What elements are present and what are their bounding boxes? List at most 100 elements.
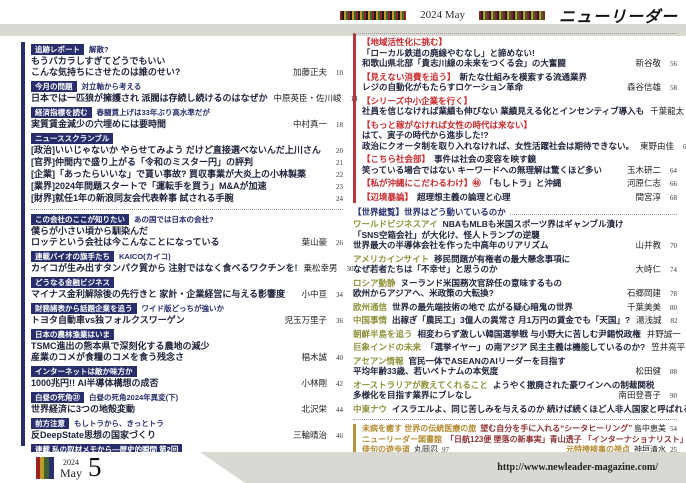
author-name: 玉木研二 <box>627 165 661 176</box>
item-title: 超理想主義の論理と心理 <box>417 192 511 203</box>
toc-item-row: 日本では一匹狼が擁護され 派閥は存続し続けるのはなぜか中原英臣・佐川峻14 <box>31 93 343 105</box>
toc-item-row: 実質賃金減少の穴埋めには要時間中村真一18 <box>31 119 343 131</box>
toc-right-column: 【地域活性化に挑む】「ローカル鉄道の廃線やむなし」と諦めない!和歌山県北部「貴志… <box>353 33 677 483</box>
entry-tail: 玉木研二64 <box>621 165 677 177</box>
entry-tail: 間宮淳68 <box>629 192 677 204</box>
section-label: ニューススクランブル <box>31 133 113 144</box>
toc-item-row: マイナス金利解除後の先行きと 家計・企業経営に与える影響度小中亘34 <box>31 289 343 301</box>
column-lead: 巨象インドの未来 <box>353 342 421 353</box>
toc-item-row: こんな気持ちにさせたのは誰のせい?加藤正夫10 <box>31 67 343 79</box>
toc-entry: 【地域活性化に挑む】「ローカル鉄道の廃線やむなし」と諦めない!和歌山県北部「貴志… <box>362 37 677 70</box>
item-title: はて、寅子の時代から進歩した!? <box>362 130 489 141</box>
section-divider <box>353 419 677 420</box>
toc-item-row: 1000兆円!! AI半導体構想の成否小林剛42 <box>31 378 343 390</box>
item-title: 事件は社会の変容を映す鏡 <box>434 154 536 165</box>
item-title: [企業]「あったらいいな」で貰い事故? 買収事業が大炎上の小林製薬 <box>31 169 306 180</box>
toc-entry: 前方注意もしトラから、きっとトラ反DeepState思想の国家づくり三輪晴治46 <box>31 418 343 442</box>
item-title: [政治]いいじゃないか やらせてみよう だけど直接選べないんだ上川さん <box>31 145 321 156</box>
entry-tail: 松田健 88 <box>629 366 677 378</box>
toc-item-row: 【見えない消費を追う】新たな仕組みを模索する流通業界 <box>362 72 677 83</box>
toc-entry: 追跡レポート解散?もうバカラしすぎてどうでもいいこんな気持ちにさせたのは誰のせい… <box>31 44 343 79</box>
entry-tail: 中村真一18 <box>287 119 343 131</box>
author-name: 笠井亮平 <box>651 342 685 353</box>
item-title: 新たな仕組みを模索する流通業界 <box>460 72 588 83</box>
item-title: こんな気持ちにさせたのは誰のせい? <box>31 67 180 78</box>
toc-item-row: レジの自動化がもたらすロケーション革命森谷信雄58 <box>362 82 677 94</box>
item-title: 世界の最先端技術の地で 広がる疑心暗鬼の世界 <box>392 302 573 313</box>
toc-item-row: アメリカインサイト移民問題が有権者の最大懸念事項に <box>353 254 677 265</box>
page-number: 24 <box>333 194 343 205</box>
toc-entry: 中東ナウイスラエルよ、同じ苦しみを与えるのか 続けば続くほど人非人国家と呼ばれる… <box>353 404 677 416</box>
entry-tail: 東野由佳62 <box>634 141 686 153</box>
author-name: 椙木誠 <box>301 352 327 363</box>
section-label: 白昼の死角㉑ <box>31 392 84 403</box>
entry-tail: 23 <box>327 182 343 193</box>
item-title: 産業のコメが食糧のコメを食う残念さ <box>31 352 184 363</box>
toc-item-row: 【地域活性化に挑む】 <box>362 37 677 48</box>
page-number: 34 <box>333 290 343 301</box>
toc-entry: アメリカインサイト移民問題が有権者の最大懸念事項になぜ若者たちは「不幸せ」と思う… <box>353 254 677 276</box>
magazine-url: http://www.newleader-magazine.com/ <box>497 462 658 473</box>
toc-left-column: 追跡レポート解散?もうバカラしすぎてどうでもいいこんな気持ちにさせたのは誰のせい… <box>31 42 343 481</box>
item-title: もうバカラしすぎてどうでもいい <box>31 56 165 67</box>
column-lead: 中東ナウ <box>353 404 387 415</box>
entry-tail: 葉山豪26 <box>295 237 343 249</box>
toc-item-row: 朝鮮半島を追う相変わらず激しい韓国選挙戦 与小野大に苦しむ尹錫悦政権井野誠一84 <box>353 329 677 341</box>
item-title: 「選挙イヤー」の南アジア 民主主義は機能しているのか? <box>426 342 645 353</box>
section-label: インターネットは敵か味方か <box>31 366 137 377</box>
section-label-row: 前方注意もしトラから、きっとトラ <box>31 418 343 429</box>
section-label-row: 今月の問題対立軸から考える <box>31 81 343 92</box>
toc-item-row: 僕らが小さい頃から馴染んだ <box>31 226 343 237</box>
entry-tail: 22 <box>327 170 343 181</box>
entry-tail: 湯浅誠82 <box>630 315 678 327</box>
section-label-row: 経済指標を読む春闘賃上げは33年ぶり高水準だが <box>31 107 343 118</box>
entry-tail: 山井教70 <box>629 240 677 252</box>
page-number: 74 <box>667 265 677 276</box>
section-label-row: 連載バイオの旗手たちKAICO(カイコ) <box>31 251 343 262</box>
toc-item-row: はて、寅子の時代から進歩した!? <box>362 130 677 141</box>
item-title: 望む自分を手に入れる“シータヒーリング” <box>480 424 632 435</box>
entry-tail: 森谷信雄58 <box>621 82 677 94</box>
toc-entry: 【私が沖縄にこだわるわけ】㊽「もしトラ」と沖縄河原仁志66 <box>362 178 677 190</box>
page-number: 80 <box>667 303 677 314</box>
page-number: 36 <box>333 316 343 327</box>
section-label: 追跡レポート <box>31 44 84 55</box>
entry-tail: 千葉龍太60 <box>644 106 686 118</box>
feature-label: 【辺境暴論】 <box>362 192 413 203</box>
section-subtitle: 春闘賃上げは33年ぶり高水準だが <box>97 107 210 118</box>
item-title: 「もしトラ」と沖縄 <box>485 178 562 189</box>
toc-item-row: [企業]「あったらいいな」で貰い事故? 買収事業が大炎上の小林製薬 22 <box>31 169 343 181</box>
page-number: 88 <box>667 367 677 378</box>
entry-tail: 千葉美美 80 <box>621 302 677 314</box>
toc-entry: アセアン情報官民一体でASEANのAIリーダーを目指す平均年齢33歳、若いベトナ… <box>353 356 677 378</box>
page-number: 62 <box>680 142 686 153</box>
toc-entry: オーストラリアが教えてくれることようやく撤廃された豪ワインへの制裁関税多様化を目… <box>353 380 677 402</box>
item-title: 僕らが小さい頃から馴染んだ <box>31 226 148 237</box>
entry-tail: 新谷敬56 <box>629 58 677 70</box>
toc-item-row: 欧州からアジアへ、米政策の大転換?石郷岡建78 <box>353 288 677 300</box>
toc-item-row: 【辺境暴論】超理想主義の論理と心理 間宮淳68 <box>362 192 677 204</box>
toc-item-row: 欧州通信世界の最先端技術の地で 広がる疑心暗鬼の世界千葉美美80 <box>353 302 677 314</box>
section-label: 経済指標を読む <box>31 107 92 118</box>
section-subtitle: KAICO(カイコ) <box>119 251 171 262</box>
entry-tail: 河原仁志66 <box>621 178 677 190</box>
toc-entry: 日本の農林漁業はいまTSMC進出の熊本県で深刻化する農地の減少産業のコメが食糧の… <box>31 329 343 364</box>
page-number: 20 <box>333 146 343 157</box>
dotted-leader <box>510 214 677 215</box>
toc-entry: 財務諸表から話題企業を追うワイド版どっちが強いかトヨタ自動車vs独フォルクスワー… <box>31 303 343 327</box>
item-title: 日本では一匹狼が擁護され 派閥は存続し続けるのはなぜか <box>31 93 268 104</box>
item-title: 「日航123便 墜落の新事実」青山透子 「インターナショナリスト」池原真里子 <box>446 435 686 446</box>
toc-item-row: 巨象インドの未来「選挙イヤー」の南アジア 民主主義は機能しているのか?笠井亮平8… <box>353 342 677 354</box>
author-name: 松田健 <box>635 366 661 377</box>
author-name: 千葉美美 <box>627 302 661 313</box>
author-name: 湯浅誠 <box>636 315 662 326</box>
author-name: 加藤正夫 <box>293 67 327 78</box>
item-title: 1000兆円!! AI半導体構想の成否 <box>31 378 159 389</box>
toc-item-row: オーストラリアが教えてくれることようやく撤廃された豪ワインへの制裁関税 <box>353 380 677 391</box>
section-subtitle: 対立軸から考える <box>82 81 142 92</box>
section-label-row: この会社のここが知りたいあの国では日本の会社? <box>31 214 343 225</box>
toc-item-row: 社員を信じなければ業績も伸びない 業績見える化とインセンティブ導入も千葉龍太60 <box>362 106 677 118</box>
toc-item-row: 和歌山県北部「貴志川線の未来をつくる会」の大奮闘新谷敬56 <box>362 58 677 70</box>
toc-item-row: 【シリーズ中小企業を行く】 <box>362 96 677 107</box>
entry-tail: 南田登喜子90 <box>612 390 677 402</box>
